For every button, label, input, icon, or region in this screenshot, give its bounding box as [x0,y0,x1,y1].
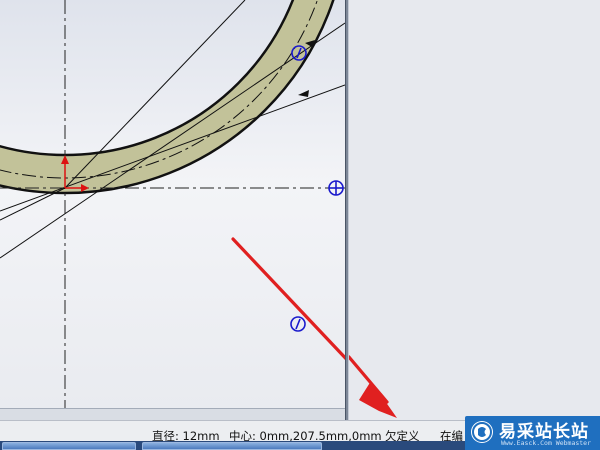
watermark-subtitle: Www.Easck.Com Webmaster [501,439,592,447]
annotation-arrow-icon [231,237,345,360]
graphics-viewport[interactable] [0,0,345,408]
right-panel [349,0,600,420]
ring-profile[interactable] [0,0,345,195]
sketch-canvas[interactable] [0,0,345,408]
horizontal-scrollbar[interactable] [0,408,345,420]
sketch-line[interactable] [0,84,345,212]
taskbar-button[interactable] [2,442,136,450]
sketch-point-icon[interactable] [290,316,306,332]
annotation-arrowhead [349,355,397,418]
taskbar-button[interactable] [142,442,322,450]
dimension-arrowhead [298,90,309,97]
sketch-line[interactable] [0,187,66,221]
sketch-point-icon[interactable] [328,180,344,196]
watermark-logo-icon [471,421,493,443]
watermark: 易采站长站 Www.Easck.Com Webmaster [465,416,600,450]
